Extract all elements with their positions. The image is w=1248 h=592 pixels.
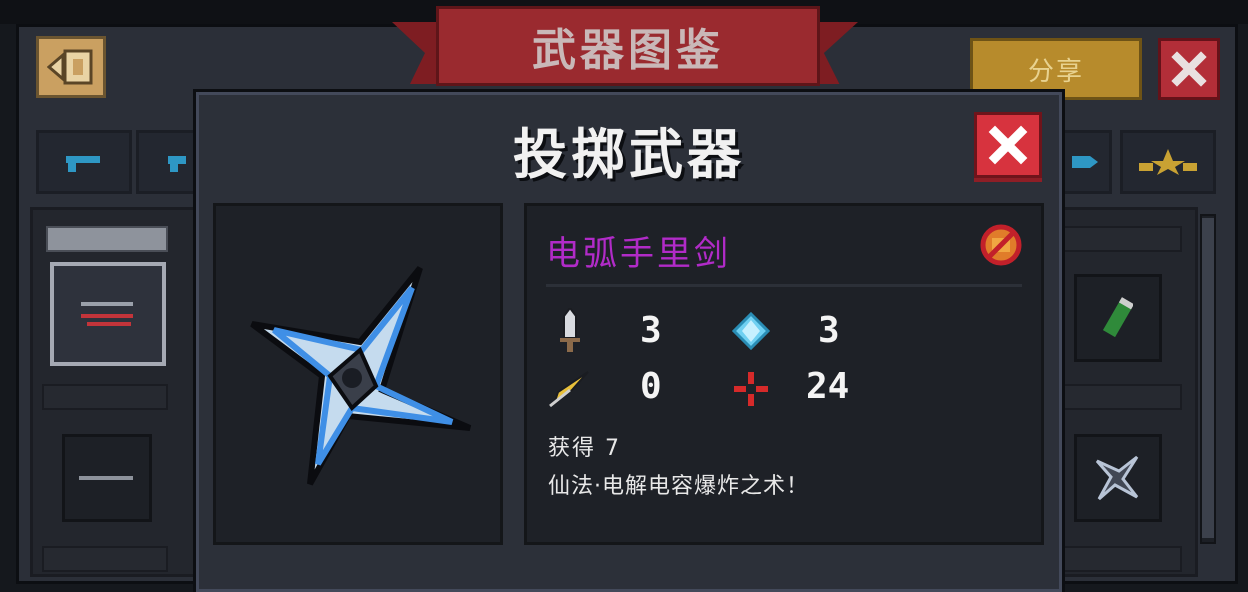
weapon-slot[interactable] bbox=[62, 434, 152, 522]
weapon-slot-selected[interactable] bbox=[50, 262, 166, 366]
modal-title: 投掷武器 bbox=[513, 123, 745, 186]
list-row-header bbox=[1062, 384, 1182, 410]
tab-pistol[interactable] bbox=[36, 130, 132, 194]
close-icon bbox=[1171, 51, 1207, 87]
weapon-name: 电弧手里剑 bbox=[546, 234, 731, 274]
sword-icon bbox=[560, 306, 580, 352]
divider bbox=[546, 284, 1022, 287]
inaccuracy-stat-icon bbox=[732, 370, 770, 412]
list-row-header bbox=[1062, 226, 1182, 252]
tab-other[interactable] bbox=[1062, 130, 1112, 194]
scrollbar-thumb[interactable] bbox=[1202, 218, 1214, 538]
energy-stat-icon bbox=[731, 311, 771, 354]
back-icon bbox=[47, 49, 93, 85]
crit-stat-icon bbox=[548, 370, 592, 412]
blaster-icon bbox=[1072, 156, 1098, 168]
no-buy-icon bbox=[980, 224, 1022, 266]
tab-rifle[interactable] bbox=[136, 130, 196, 194]
list-row-header bbox=[42, 384, 168, 410]
energy-value: 3 bbox=[818, 310, 840, 351]
share-button[interactable]: 分享 bbox=[970, 38, 1142, 100]
list-row-header bbox=[46, 226, 168, 252]
shuriken-icon bbox=[1095, 455, 1139, 501]
list-row-header bbox=[1062, 546, 1182, 572]
feather-icon bbox=[549, 371, 589, 408]
star-icon bbox=[1139, 149, 1197, 175]
page-title: 武器图鉴 bbox=[436, 6, 820, 86]
crosshair-icon bbox=[734, 372, 768, 406]
damage-value: 3 bbox=[640, 310, 662, 351]
diamond-icon bbox=[731, 311, 771, 351]
close-icon bbox=[988, 125, 1028, 165]
weapon-slot[interactable] bbox=[1074, 274, 1162, 362]
modal-close-button[interactable] bbox=[974, 112, 1042, 178]
inaccuracy-value: 24 bbox=[806, 366, 850, 407]
weapon-image-panel bbox=[213, 203, 503, 545]
back-button[interactable] bbox=[36, 36, 106, 98]
throwing-knives-icon bbox=[81, 302, 133, 326]
crit-value: 0 bbox=[640, 366, 662, 407]
close-page-button[interactable] bbox=[1158, 38, 1220, 100]
shuriken-icon bbox=[250, 266, 472, 486]
obtain-count: 获得 7 bbox=[548, 436, 621, 461]
battery-icon bbox=[1103, 297, 1133, 338]
pistol-icon bbox=[66, 156, 100, 172]
tab-special[interactable] bbox=[1120, 130, 1216, 194]
weapon-slot[interactable] bbox=[1074, 434, 1162, 522]
rifle-icon bbox=[168, 156, 186, 172]
weapon-description: 仙法·电解电容爆炸之术！ bbox=[548, 474, 809, 499]
damage-stat-icon bbox=[556, 306, 584, 358]
blade-icon bbox=[79, 476, 133, 480]
list-row-header bbox=[42, 546, 168, 572]
